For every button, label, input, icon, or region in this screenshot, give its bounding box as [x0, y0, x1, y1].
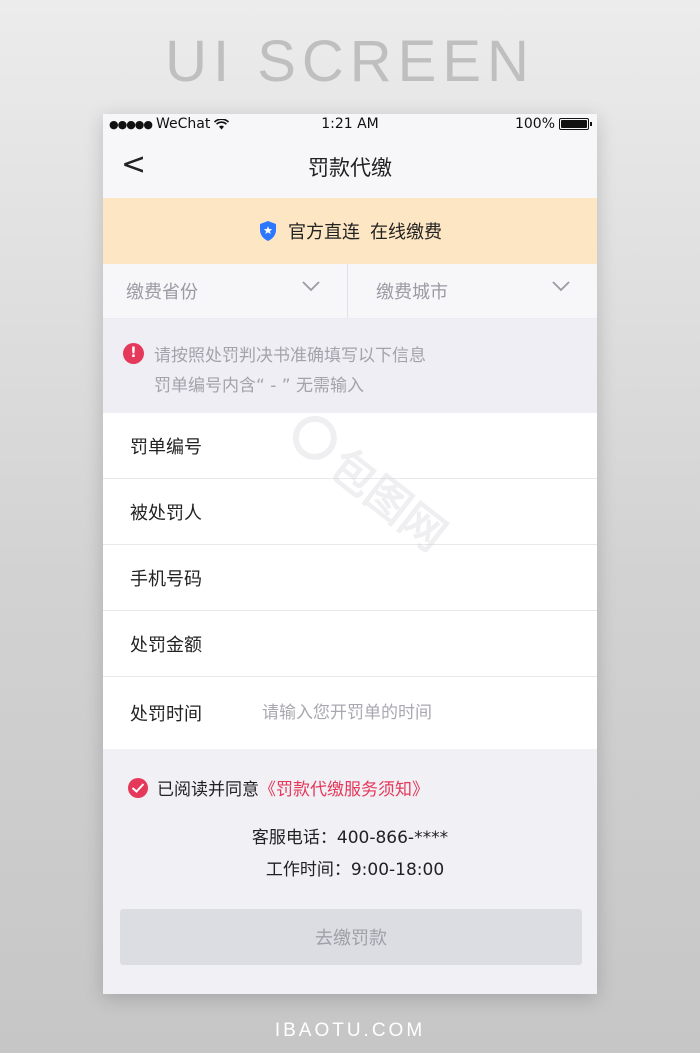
terms-link[interactable]: 《罚款代缴服务须知》 — [259, 775, 429, 800]
battery-percent: 100% — [514, 116, 555, 132]
form-row-ticket-number: 罚单编号 — [103, 413, 597, 479]
time-input[interactable] — [262, 703, 577, 723]
province-select-label: 缴费省份 — [126, 282, 198, 303]
province-select[interactable]: 缴费省份 — [103, 264, 347, 318]
status-bar: ●●●●● WeChat 1:21 AM 100% — [103, 114, 597, 136]
page-heading: UI SCREEN — [165, 29, 535, 94]
footer-brand: IBAOTU.COM — [274, 1020, 426, 1041]
service-hours: 工作时间：9:00-18:00 — [265, 860, 445, 880]
region-selectors: 缴费省份 缴费城市 — [103, 264, 597, 319]
amount-label: 处罚金额 — [130, 634, 202, 656]
phone-input[interactable] — [262, 567, 577, 588]
agreement-checkbox[interactable] — [128, 777, 148, 798]
service-phone: 客服电话：400-866-**** — [251, 828, 449, 848]
banner-text-official: 官方直连 — [288, 222, 360, 243]
form-row-amount: 处罚金额 — [103, 611, 597, 677]
violator-label: 被处罚人 — [130, 502, 202, 524]
warning-icon: ! — [123, 343, 144, 364]
checkmark-icon — [131, 782, 145, 793]
official-banner: 官方直连 在线缴费 — [103, 198, 597, 264]
back-icon[interactable]: < — [121, 150, 151, 181]
form-row-time: 处罚时间 — [103, 677, 597, 749]
phone-label: 手机号码 — [130, 568, 202, 590]
form-row-phone: 手机号码 — [103, 545, 597, 611]
fine-form: 罚单编号 被处罚人 手机号码 处罚金额 处罚时间 — [103, 413, 597, 749]
chevron-down-icon — [552, 281, 570, 292]
banner-text-online: 在线缴费 — [370, 222, 442, 243]
city-select-label: 缴费城市 — [376, 282, 448, 303]
nav-bar: < 罚款代缴 — [103, 136, 597, 198]
agreement-row: 已阅读并同意 《罚款代缴服务须知》 — [103, 749, 597, 800]
notice-line-2: 罚单编号内含“ - ” 无需输入 — [154, 376, 364, 396]
city-select[interactable]: 缴费城市 — [347, 264, 597, 318]
battery-icon — [559, 118, 592, 130]
instruction-notice: ! 请按照处罚判决书准确填写以下信息 罚单编号内含“ - ” 无需输入 — [103, 319, 597, 413]
chevron-down-icon — [302, 281, 320, 292]
violator-input[interactable] — [262, 501, 577, 522]
time-label: 处罚时间 — [130, 704, 202, 725]
agreement-text: 已阅读并同意 — [157, 780, 259, 800]
pay-fine-button[interactable]: 去缴罚款 — [120, 909, 582, 965]
form-row-violator: 被处罚人 — [103, 479, 597, 545]
amount-input[interactable] — [262, 633, 577, 654]
notice-line-1: 请按照处罚判决书准确填写以下信息 — [154, 346, 426, 366]
ticket-number-label: 罚单编号 — [130, 436, 202, 458]
service-info: 客服电话：400-866-**** 工作时间：9:00-18:00 — [103, 822, 597, 886]
ticket-number-input[interactable] — [262, 435, 577, 456]
shield-icon — [260, 221, 276, 241]
phone-screen: ●●●●● WeChat 1:21 AM 100% < 罚款代缴 官方直连 在线… — [103, 114, 597, 994]
page-title: 罚款代缴 — [308, 156, 392, 180]
